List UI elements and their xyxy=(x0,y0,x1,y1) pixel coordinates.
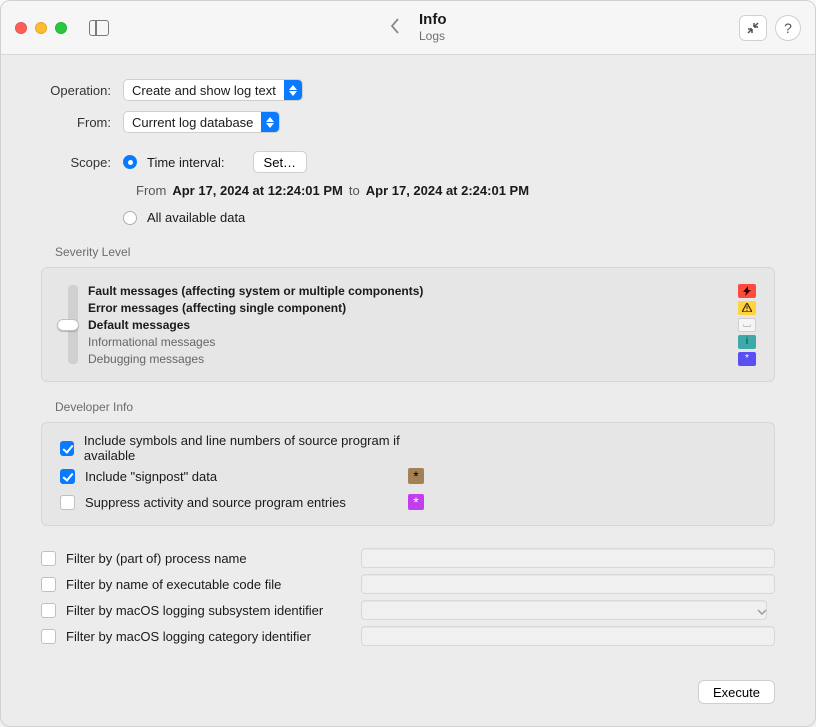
severity-error-label: Error messages (affecting single compone… xyxy=(88,301,738,315)
filter-process-input[interactable] xyxy=(361,548,775,568)
title-block: Info Logs xyxy=(419,11,447,43)
filter-executable-checkbox[interactable] xyxy=(41,577,56,592)
severity-debug-row: Debugging messages * xyxy=(60,350,756,367)
footer: Execute xyxy=(1,680,815,726)
close-window-button[interactable] xyxy=(15,22,27,34)
severity-error-row: Error messages (affecting single compone… xyxy=(60,299,756,316)
filter-subsystem-label: Filter by macOS logging subsystem identi… xyxy=(66,603,351,618)
include-signpost-label: Include "signpost" data xyxy=(85,469,217,484)
severity-default-row: Default messages ⌴ xyxy=(60,316,756,333)
scope-time-interval-radio[interactable] xyxy=(123,155,137,169)
signpost-icon xyxy=(408,468,424,484)
filter-category-input[interactable] xyxy=(361,626,775,646)
from-value: Current log database xyxy=(132,115,261,130)
execute-button[interactable]: Execute xyxy=(698,680,775,704)
select-arrows-icon xyxy=(284,80,302,100)
scope-label: Scope: xyxy=(41,155,111,170)
window-controls xyxy=(15,22,67,34)
time-range: From Apr 17, 2024 at 12:24:01 PM to Apr … xyxy=(136,183,775,198)
filter-process-label: Filter by (part of) process name xyxy=(66,551,351,566)
filter-executable-input[interactable] xyxy=(361,574,775,594)
content: Operation: Create and show log text From… xyxy=(1,55,815,680)
compress-icon xyxy=(746,21,760,35)
severity-fault-row: Fault messages (affecting system or mult… xyxy=(60,282,756,299)
filter-category-checkbox[interactable] xyxy=(41,629,56,644)
scope-all-radio[interactable] xyxy=(123,211,137,225)
operation-select[interactable]: Create and show log text xyxy=(123,79,303,101)
include-signpost-checkbox[interactable] xyxy=(60,469,75,484)
sidebar-icon[interactable] xyxy=(89,20,109,36)
severity-slider-handle[interactable] xyxy=(57,319,79,331)
severity-section-label: Severity Level xyxy=(55,245,775,259)
time-from-value: Apr 17, 2024 at 12:24:01 PM xyxy=(172,183,343,198)
operation-value: Create and show log text xyxy=(132,83,284,98)
time-to-prefix: to xyxy=(349,183,360,198)
severity-info-row: Informational messages i xyxy=(60,333,756,350)
severity-debug-label: Debugging messages xyxy=(88,352,738,366)
scope-time-interval-label: Time interval: xyxy=(147,155,225,170)
chevron-left-icon xyxy=(389,17,401,35)
help-icon: ? xyxy=(784,20,792,36)
default-icon: ⌴ xyxy=(738,318,756,332)
filters: Filter by (part of) process name Filter … xyxy=(41,548,775,646)
titlebar: Info Logs ? xyxy=(1,1,815,55)
from-select[interactable]: Current log database xyxy=(123,111,280,133)
operation-label: Operation: xyxy=(41,83,111,98)
suppress-activity-checkbox[interactable] xyxy=(60,495,75,510)
error-icon xyxy=(738,301,756,315)
filter-executable-label: Filter by name of executable code file xyxy=(66,577,351,592)
suppress-activity-label: Suppress activity and source program ent… xyxy=(85,495,346,510)
compress-button[interactable] xyxy=(739,15,767,41)
zoom-window-button[interactable] xyxy=(55,22,67,34)
minimize-window-button[interactable] xyxy=(35,22,47,34)
debug-icon: * xyxy=(738,352,756,366)
filter-subsystem-input[interactable] xyxy=(361,600,767,620)
time-to-value: Apr 17, 2024 at 2:24:01 PM xyxy=(366,183,529,198)
include-symbols-checkbox[interactable] xyxy=(60,441,74,456)
developer-section-label: Developer Info xyxy=(55,400,775,414)
window: Info Logs ? Operation: Create and show l… xyxy=(0,0,816,727)
fault-icon xyxy=(738,284,756,298)
severity-default-label: Default messages xyxy=(88,318,738,332)
developer-panel: Include symbols and line numbers of sour… xyxy=(41,422,775,526)
set-button[interactable]: Set… xyxy=(253,151,308,173)
scope-all-label: All available data xyxy=(147,210,245,225)
help-button[interactable]: ? xyxy=(775,15,801,41)
suppress-icon xyxy=(408,494,424,510)
filter-subsystem-checkbox[interactable] xyxy=(41,603,56,618)
page-title: Info xyxy=(419,11,447,29)
info-icon: i xyxy=(738,335,756,349)
include-symbols-label: Include symbols and line numbers of sour… xyxy=(84,433,424,463)
severity-panel: Fault messages (affecting system or mult… xyxy=(41,267,775,382)
from-label: From: xyxy=(41,115,111,130)
time-from-prefix: From xyxy=(136,183,166,198)
severity-info-label: Informational messages xyxy=(88,335,738,349)
severity-fault-label: Fault messages (affecting system or mult… xyxy=(88,284,738,298)
filter-category-label: Filter by macOS logging category identif… xyxy=(66,629,351,644)
filter-process-checkbox[interactable] xyxy=(41,551,56,566)
back-button[interactable] xyxy=(389,17,401,39)
page-subtitle: Logs xyxy=(419,29,447,43)
select-arrows-icon xyxy=(261,112,279,132)
